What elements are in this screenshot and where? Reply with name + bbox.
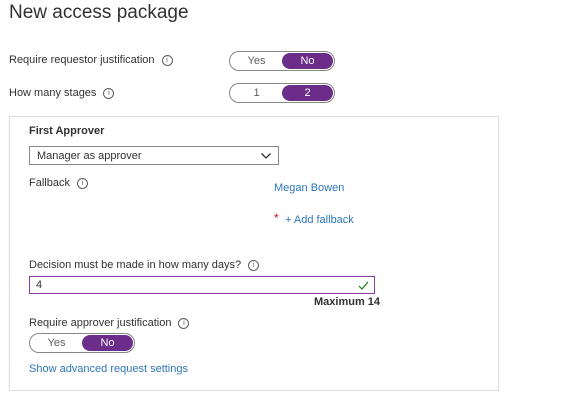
approver-justification-label: Require approver justification bbox=[29, 317, 172, 329]
advanced-settings-link[interactable]: Show advanced request settings bbox=[29, 363, 188, 375]
decision-days-row: Decision must be made in how many days? … bbox=[29, 259, 260, 271]
page-title: New access package bbox=[9, 2, 189, 23]
decision-days-hint: Maximum 14 bbox=[314, 296, 381, 308]
approver-dropdown-value: Manager as approver bbox=[37, 149, 142, 162]
decision-days-label: Decision must be made in how many days? bbox=[29, 259, 242, 271]
first-approver-title: First Approver bbox=[29, 125, 105, 137]
stages-option-2[interactable]: 2 bbox=[282, 85, 333, 101]
stages-toggle: 1 2 bbox=[229, 83, 335, 103]
approver-justification-toggle: Yes No bbox=[29, 333, 135, 353]
fallback-person[interactable]: Megan Bowen bbox=[274, 182, 344, 194]
info-icon[interactable]: i bbox=[178, 317, 190, 329]
requestor-justification-no[interactable]: No bbox=[282, 53, 333, 69]
info-icon[interactable]: i bbox=[248, 259, 260, 271]
stages-option-1[interactable]: 1 bbox=[231, 85, 282, 101]
requestor-justification-label: Require requestor justification bbox=[9, 54, 155, 66]
info-icon[interactable]: i bbox=[161, 54, 173, 66]
requestor-justification-row: Require requestor justification i bbox=[9, 54, 173, 66]
chevron-down-icon bbox=[261, 153, 271, 159]
checkmark-icon bbox=[358, 281, 369, 290]
info-icon[interactable]: i bbox=[103, 87, 115, 99]
approver-justification-yes[interactable]: Yes bbox=[31, 335, 82, 351]
info-icon[interactable]: i bbox=[76, 177, 88, 189]
stages-row: How many stages i bbox=[9, 87, 115, 99]
stages-label: How many stages bbox=[9, 87, 97, 99]
requestor-justification-yes[interactable]: Yes bbox=[231, 53, 282, 69]
fallback-row: Fallback i bbox=[29, 177, 88, 189]
decision-days-value: 4 bbox=[36, 279, 43, 291]
approver-dropdown[interactable]: Manager as approver bbox=[29, 146, 279, 165]
required-marker: * bbox=[274, 211, 279, 225]
approver-justification-no[interactable]: No bbox=[82, 335, 133, 351]
decision-days-input[interactable]: 4 bbox=[29, 276, 375, 294]
fallback-label: Fallback bbox=[29, 177, 70, 189]
requestor-justification-toggle: Yes No bbox=[229, 51, 335, 71]
approver-justification-row: Require approver justification i bbox=[29, 317, 190, 329]
add-fallback-link[interactable]: + Add fallback bbox=[285, 214, 354, 226]
